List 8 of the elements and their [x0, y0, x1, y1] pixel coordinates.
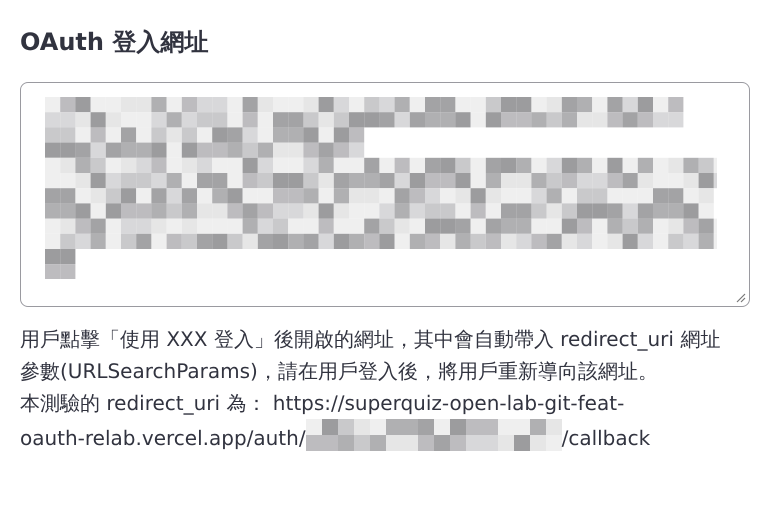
resize-handle-icon[interactable]: [736, 293, 746, 303]
url-text: oauth-relab.vercel.app/auth/: [20, 426, 306, 450]
redirect-label: 本測驗的 redirect_uri 為：: [20, 391, 266, 415]
section-title: OAuth 登入網址: [20, 27, 210, 58]
url-text: /callback: [562, 426, 650, 450]
url-text: https://superquiz-open-lab-git-feat-: [272, 391, 625, 415]
help-text: 用戶點擊「使用 XXX 登入」後開啟的網址，其中會自動帶入 redirect_uri 網址參數(URLSearchParams)，請在用戶登入後，將用戶重新導向該網址。: [20, 326, 722, 385]
text-area[interactable]: [20, 82, 750, 307]
